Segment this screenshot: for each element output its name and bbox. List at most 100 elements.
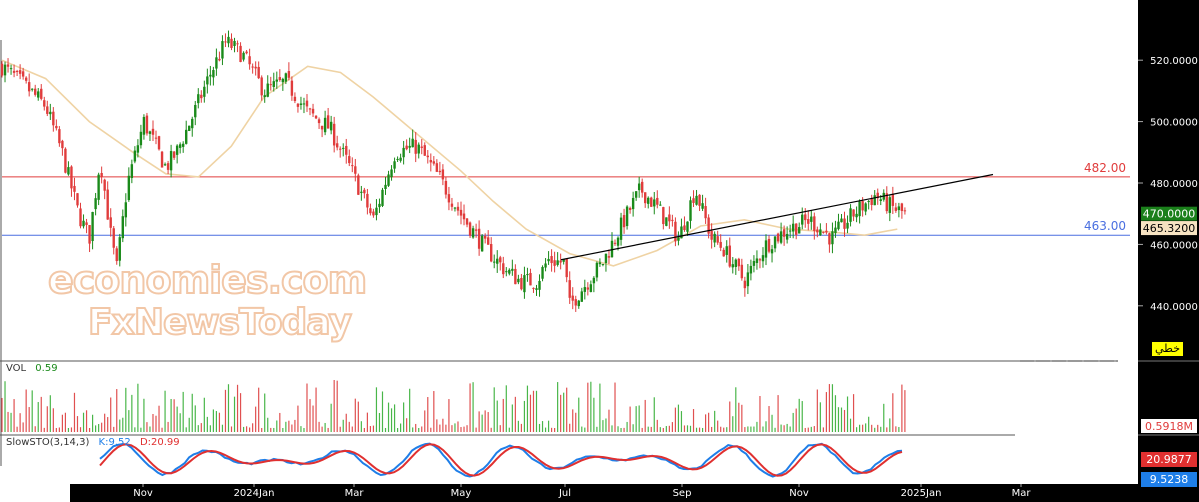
candle-body xyxy=(520,277,523,290)
candle-body xyxy=(689,200,692,221)
price-tick-label: 440.0000 xyxy=(1150,302,1198,313)
candle-body xyxy=(166,163,170,170)
price-tick-label: 460.0000 xyxy=(1150,240,1198,251)
candle-body xyxy=(203,86,206,97)
candle-body xyxy=(849,208,852,222)
candle-body xyxy=(314,115,318,119)
candle-body xyxy=(659,204,662,206)
candle-body xyxy=(429,159,433,163)
volume-value: 0.59 xyxy=(35,363,58,374)
candle-body xyxy=(749,265,753,274)
candle-body xyxy=(740,264,744,279)
candle-body xyxy=(127,175,131,201)
candle-body xyxy=(441,169,445,180)
candle-body xyxy=(855,213,858,218)
candle-body xyxy=(798,227,801,234)
candle-body xyxy=(169,151,173,171)
candle-body xyxy=(236,43,239,45)
candle-body xyxy=(106,189,109,220)
candle-body xyxy=(535,288,538,290)
candle-body xyxy=(435,163,439,172)
candle-body xyxy=(438,170,442,173)
candle-body xyxy=(30,88,34,90)
candle-body xyxy=(719,241,722,248)
candle-body xyxy=(194,104,197,118)
candle-body xyxy=(628,207,632,210)
candle-body xyxy=(402,147,405,158)
candle-body xyxy=(779,231,783,243)
candle-body xyxy=(121,216,124,239)
candle-body xyxy=(417,144,420,154)
drawing-mode-badge[interactable]: خطي xyxy=(1152,342,1183,356)
candle-body xyxy=(894,207,898,211)
candle-body xyxy=(311,108,315,114)
candle-body xyxy=(619,217,623,240)
candle-body xyxy=(197,94,200,104)
candle-body xyxy=(381,189,384,206)
candle-body xyxy=(785,233,789,240)
watermark-economies: economies.com xyxy=(47,257,368,303)
candle-body xyxy=(49,111,52,115)
candle-body xyxy=(834,227,837,234)
stochastic-name: SlowSTO(3,14,3) xyxy=(6,437,90,448)
candle-body xyxy=(656,197,659,205)
candle-body xyxy=(607,256,611,258)
candle-body xyxy=(423,145,426,156)
stock-chart[interactable]: 440.0000 460.0000 480.0000 500.0000 520.0000… xyxy=(0,0,1199,502)
candle-body xyxy=(411,138,414,148)
candle-body xyxy=(453,207,457,209)
candle-body xyxy=(713,233,716,243)
candle-body xyxy=(278,77,282,81)
candle-body xyxy=(100,172,103,177)
candle-body xyxy=(897,206,901,211)
candle-body xyxy=(565,258,568,278)
candle-body xyxy=(631,197,635,210)
candle-body xyxy=(272,81,275,87)
chart-canvas[interactable]: 440.0000 460.0000 480.0000 500.0000 520.0000… xyxy=(0,0,1199,502)
candle-body xyxy=(746,272,750,287)
candle-body xyxy=(326,115,330,129)
candle-body xyxy=(372,211,375,216)
watermark-fxnewstoday: FxNewsToday xyxy=(87,301,353,344)
candle-body xyxy=(91,211,94,242)
horizontal-level-label: 463.00 xyxy=(1084,219,1126,233)
candle-body xyxy=(172,151,176,158)
volume-indicator-label: VOL 0.59 xyxy=(6,363,58,374)
horizontal-level-label: 482.00 xyxy=(1084,161,1126,175)
candle-body xyxy=(73,185,76,192)
candle-body xyxy=(103,179,106,191)
stochastic-tag-label: 20.9877 xyxy=(1146,453,1192,466)
candle-body xyxy=(52,111,55,126)
candle-body xyxy=(15,70,19,72)
candle-body xyxy=(293,96,297,102)
candle-body xyxy=(345,145,348,155)
candle-body xyxy=(218,58,221,61)
candle-body xyxy=(773,236,777,249)
volume-name: VOL xyxy=(6,363,27,374)
candle-body xyxy=(290,80,294,96)
candle-body xyxy=(37,91,40,98)
candle-body xyxy=(444,180,448,195)
candle-body xyxy=(601,263,605,265)
candle-body xyxy=(185,129,188,144)
candle-body xyxy=(634,191,638,198)
candle-body xyxy=(755,258,759,264)
candle-body xyxy=(148,131,152,134)
price-tick-label: 520.0000 xyxy=(1150,56,1198,67)
candle-body xyxy=(595,262,599,278)
candle-body xyxy=(82,220,85,227)
candle-body xyxy=(589,284,593,292)
candle-body xyxy=(335,143,339,148)
price-tag-label: 470.0000 xyxy=(1143,208,1196,221)
candle-body xyxy=(604,253,608,264)
candle-body xyxy=(3,64,7,76)
candle-body xyxy=(819,229,822,236)
stochastic-d-label: D:20.99 xyxy=(139,437,180,448)
candle-body xyxy=(782,229,786,237)
candle-body xyxy=(387,174,390,186)
candle-body xyxy=(299,103,303,105)
candle-body xyxy=(18,70,22,74)
candle-body xyxy=(490,244,493,262)
time-axis-label: Mar xyxy=(345,488,365,499)
candle-body xyxy=(677,237,680,241)
